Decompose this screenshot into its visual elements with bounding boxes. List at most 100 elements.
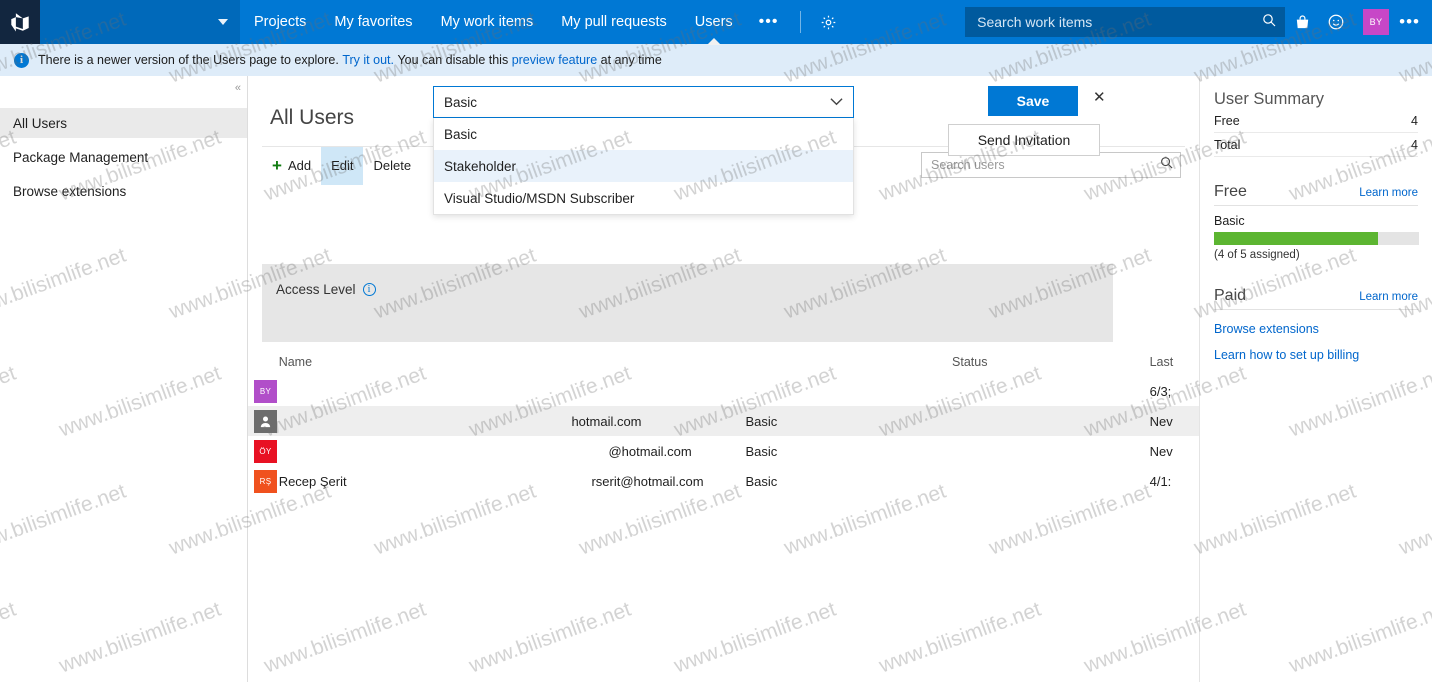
row-email-text: hotmail.com (571, 413, 642, 429)
setup-billing-link[interactable]: Learn how to set up billing (1214, 348, 1418, 362)
azure-devops-logo-icon[interactable] (0, 0, 40, 44)
row-access-level: Basic (745, 443, 778, 459)
gear-icon[interactable] (811, 0, 845, 44)
nav-label: My work items (440, 14, 534, 30)
delete-label: Delete (373, 158, 412, 173)
topbar-right-actions: BY ••• (1285, 0, 1432, 44)
sidebar-item-package-management[interactable]: Package Management (0, 142, 247, 172)
th-last[interactable]: Last (1150, 355, 1199, 369)
nav-link-projects[interactable]: Projects (240, 0, 320, 44)
delete-button[interactable]: Delete (363, 147, 421, 185)
add-label: Add (287, 158, 312, 173)
sidebar-item-label: All Users (13, 115, 68, 131)
row-avatar-cell: RŞ (248, 469, 279, 493)
edit-button[interactable]: Edit (321, 146, 364, 185)
banner-text-2: You can disable this (397, 53, 509, 67)
free-heading: Free (1214, 183, 1247, 200)
edit-access-level-panel: Access Level i (262, 264, 1113, 342)
top-navigation-bar: Projects My favorites My work items My p… (0, 0, 1432, 45)
browse-extensions-link[interactable]: Browse extensions (1214, 322, 1418, 336)
row-access-level: Basic (745, 413, 778, 429)
search-icon[interactable] (1159, 155, 1174, 175)
paid-heading: Paid (1214, 287, 1247, 304)
avatar-initials: BY (259, 386, 272, 396)
access-level-options-list: Basic Stakeholder Visual Studio/MSDN Sub… (433, 118, 854, 215)
search-icon[interactable] (1261, 12, 1277, 33)
access-level-option-basic[interactable]: Basic (434, 118, 853, 150)
summary-stat-value: 4 (1411, 114, 1418, 128)
avatar[interactable]: BY (1363, 9, 1390, 35)
access-level-option-stakeholder[interactable]: Stakeholder (434, 150, 853, 182)
info-icon[interactable]: i (362, 283, 376, 296)
organization-selector[interactable] (40, 0, 240, 44)
summary-stat-label: Total (1214, 138, 1241, 152)
sidebar-item-label: Package Management (13, 149, 149, 165)
avatar: RŞ (254, 469, 277, 493)
close-icon[interactable]: ✕ (1093, 88, 1106, 106)
table-row[interactable]: BY 6/3; (248, 376, 1199, 406)
paid-learn-more-link[interactable]: Learn more (1359, 291, 1418, 303)
sidebar-item-list: All Users Package Management Browse exte… (0, 76, 247, 206)
access-level-option-visual-studio-msdn[interactable]: Visual Studio/MSDN Subscriber (434, 182, 853, 214)
banner-text-1: There is a newer version of the Users pa… (38, 53, 339, 67)
free-learn-more-link[interactable]: Learn more (1359, 187, 1418, 199)
nav-divider (800, 11, 802, 33)
th-status[interactable]: Status (952, 355, 1150, 369)
summary-stat-free: Free 4 (1214, 109, 1418, 133)
row-avatar-cell: ÖY (248, 439, 279, 463)
nav-link-my-pull-requests[interactable]: My pull requests (547, 0, 681, 44)
row-access-level: Basic (745, 473, 778, 489)
access-level-dropdown[interactable]: Basic (433, 86, 854, 118)
table-row[interactable]: RŞ Recep Şerit rserit@hotmail.com Basic … (248, 466, 1199, 496)
avatar-initials: ÖY (259, 446, 272, 456)
nav-link-my-work-items[interactable]: My work items (427, 0, 548, 44)
global-search-box[interactable]: Search work items (965, 7, 1286, 37)
paid-section-header: Paid Learn more (1214, 287, 1418, 310)
left-sidebar: « All Users Package Management Browse ex… (0, 76, 248, 682)
row-avatar-cell (248, 409, 279, 433)
nav-label: Users (694, 14, 733, 30)
info-icon: i (14, 52, 29, 68)
smiley-help-icon[interactable] (1319, 0, 1353, 44)
row-email: rserit@hotmail.com (461, 474, 745, 489)
free-section-header: Free Learn more (1214, 183, 1418, 206)
sidebar-item-browse-extensions[interactable]: Browse extensions (0, 176, 247, 206)
summary-stat-total: Total 4 (1214, 133, 1418, 157)
search-users-placeholder: Search users (931, 158, 1005, 172)
license-name-basic: Basic (1214, 214, 1245, 228)
preview-feature-link[interactable]: preview feature (512, 53, 597, 67)
sidebar-item-label: Browse extensions (13, 183, 127, 199)
row-last-access: 4/1: (1149, 473, 1172, 489)
access-level-selected-value: Basic (444, 94, 478, 110)
row-last-access: 6/3; (1149, 383, 1172, 399)
sidebar-item-all-users[interactable]: All Users (0, 108, 247, 138)
table-row[interactable]: ÖY @hotmail.com Basic Nev (248, 436, 1199, 466)
table-row[interactable]: hotmail.com Basic Nev (248, 406, 1199, 436)
send-invitation-label: Send Invitation (977, 132, 1071, 148)
row-last-access: Nev (1149, 413, 1173, 429)
nav-overflow-button[interactable]: ••• (747, 0, 791, 44)
row-email: @hotmail.com (461, 444, 745, 459)
nav-label: My favorites (334, 14, 413, 30)
row-avatar-cell: BY (248, 379, 279, 403)
nav-link-my-favorites[interactable]: My favorites (320, 0, 426, 44)
topbar-more-button[interactable]: ••• (1399, 12, 1426, 32)
topbar-more-label: ••• (1399, 12, 1420, 31)
send-invitation-button[interactable]: Send Invitation (948, 124, 1100, 156)
save-button[interactable]: Save (988, 86, 1078, 116)
avatar: ÖY (254, 439, 277, 463)
add-user-button[interactable]: + Add (262, 147, 321, 185)
nav-overflow-label: ••• (758, 13, 779, 30)
plus-icon: + (272, 156, 282, 175)
th-name[interactable]: Name (279, 355, 462, 369)
preview-notification-banner: i There is a newer version of the Users … (0, 44, 1432, 76)
row-email: hotmail.com (461, 414, 745, 429)
main-content-area: All Users + Add Edit Delete Export users (248, 76, 1199, 682)
users-table: Name Status Last BY 6/3; hotmail.com Bas… (248, 348, 1199, 496)
shopping-bag-icon[interactable] (1285, 0, 1319, 44)
nav-link-users[interactable]: Users (681, 0, 747, 45)
option-label: Visual Studio/MSDN Subscriber (444, 190, 635, 206)
chevron-down-icon (830, 95, 843, 109)
try-it-out-link[interactable]: Try it out. (342, 53, 394, 67)
collapse-left-icon[interactable]: « (235, 82, 241, 94)
